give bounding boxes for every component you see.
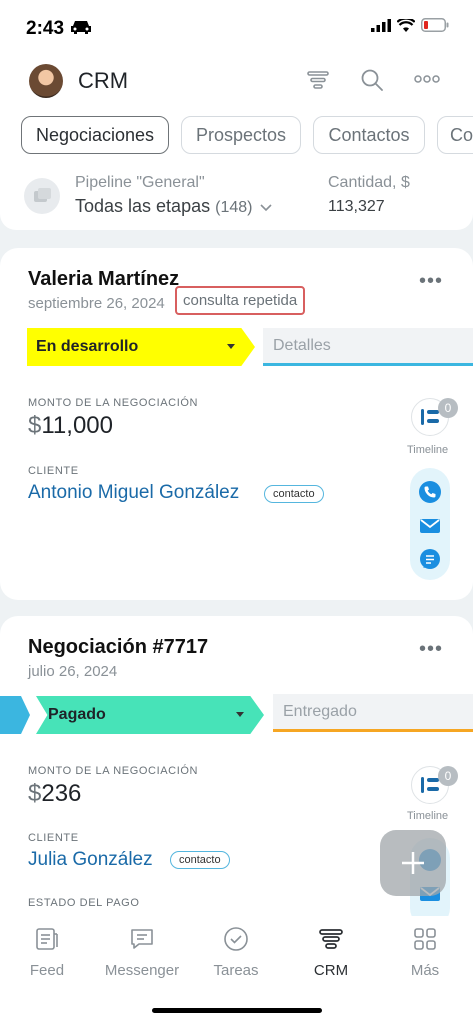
next-stage-label: Entregado — [283, 702, 357, 720]
search-icon[interactable] — [360, 68, 384, 92]
nav-item-tareas[interactable]: Tareas — [189, 926, 283, 980]
client-link[interactable]: Antonio Miguel González — [28, 482, 239, 504]
chat-icon[interactable] — [418, 548, 442, 572]
client-label: CLIENTE — [28, 832, 79, 844]
next-stage-label: Detalles — [273, 336, 331, 354]
nav-label: Messenger — [104, 962, 180, 979]
feed-icon — [36, 928, 58, 950]
tasks-icon — [224, 927, 248, 951]
previous-stage[interactable] — [0, 696, 30, 734]
amount-value: 236 — [41, 780, 82, 807]
next-stage[interactable]: Entregado — [273, 694, 473, 732]
tab-negociaciones[interactable]: Negociaciones — [21, 116, 169, 154]
pipeline-label: Pipeline "General" — [75, 174, 205, 191]
car-icon — [71, 21, 91, 34]
messenger-icon — [131, 929, 153, 949]
stages-label: Todas las etapas — [75, 196, 211, 216]
more-grid-icon — [414, 928, 436, 950]
nav-item-messenger[interactable]: Messenger — [95, 926, 189, 980]
deal-amount: $11,000 — [28, 412, 113, 440]
currency-symbol: $ — [28, 412, 42, 439]
phone-icon[interactable] — [418, 480, 442, 504]
stage-label: En desarrollo — [36, 338, 139, 355]
nav-label: CRM — [313, 962, 349, 979]
caret-down-icon — [227, 344, 235, 349]
wifi-icon — [397, 18, 415, 32]
stages-count: (148) — [215, 199, 253, 216]
add-button[interactable] — [380, 830, 446, 896]
payment-status-label: ESTADO DEL PAGO — [28, 897, 140, 909]
crm-icon — [319, 929, 343, 949]
nav-label: Tareas — [213, 962, 259, 979]
status-bar: 2:43 — [0, 0, 473, 52]
amount-label: MONTO DE LA NEGOCIACIÓN — [28, 765, 199, 777]
more-icon[interactable] — [414, 74, 440, 84]
deal-title: Negociación #7717 — [28, 636, 209, 658]
currency-symbol: $ — [28, 780, 42, 807]
client-label: CLIENTE — [28, 465, 79, 477]
deal-menu-button[interactable]: ••• — [419, 270, 443, 293]
app-header: CRM — [0, 52, 473, 108]
pipeline-icon — [24, 178, 60, 214]
timeline-label: Timeline — [407, 444, 449, 456]
pipeline-stages[interactable]: Todas las etapas (148) — [75, 196, 273, 217]
client-link[interactable]: Julia González — [28, 849, 153, 871]
quantity-value: 113,327 — [328, 198, 385, 215]
communication-actions — [410, 468, 450, 580]
email-icon[interactable] — [418, 514, 442, 538]
timeline-count: 0 — [438, 398, 458, 418]
nav-label: Más — [410, 962, 440, 979]
amount-label: MONTO DE LA NEGOCIACIÓN — [28, 397, 199, 409]
repeat-badge: consulta repetida — [175, 286, 306, 315]
bottom-nav: Feed Messenger Tareas CRM Más — [0, 916, 473, 1024]
client-type-badge: contacto — [170, 851, 230, 869]
signal-icon — [371, 18, 391, 32]
battery-icon — [421, 18, 449, 32]
avatar[interactable] — [29, 64, 63, 98]
nav-item-crm[interactable]: CRM — [284, 926, 378, 980]
tab-prospectos[interactable]: Prospectos — [181, 116, 301, 154]
next-stage[interactable]: Detalles — [263, 328, 473, 366]
timeline-count: 0 — [438, 766, 458, 786]
stage-label: Pagado — [48, 706, 106, 723]
page-title: CRM — [78, 68, 129, 93]
entity-tabs: Negociaciones Prospectos Contactos Co — [0, 108, 473, 166]
status-time: 2:43 — [26, 18, 65, 39]
tab-contactos[interactable]: Contactos — [313, 116, 425, 154]
chevron-down-icon — [260, 204, 273, 212]
tab-companies[interactable]: Co — [437, 116, 473, 154]
deal-menu-button[interactable]: ••• — [419, 638, 443, 661]
quantity-label: Cantidad, $ — [328, 174, 410, 191]
deal-amount: $236 — [28, 780, 81, 808]
amount-value: 11,000 — [41, 412, 113, 439]
deal-date: septiembre 26, 2024 — [28, 295, 165, 312]
pipeline-selector[interactable]: Pipeline "General" Todas las etapas (148… — [0, 166, 473, 230]
deal-title: Valeria Martínez — [28, 268, 180, 290]
home-indicator — [152, 1008, 322, 1013]
caret-down-icon — [236, 712, 244, 717]
nav-item-mas[interactable]: Más — [378, 926, 472, 980]
nav-label: Feed — [29, 962, 65, 979]
client-type-badge: contacto — [264, 485, 324, 503]
filter-icon[interactable] — [306, 68, 330, 92]
nav-item-feed[interactable]: Feed — [0, 926, 94, 980]
plus-icon — [402, 852, 424, 874]
timeline-label: Timeline — [407, 810, 449, 822]
stage-selector[interactable]: Pagado — [36, 696, 264, 734]
deal-date: julio 26, 2024 — [28, 663, 118, 680]
deal-card[interactable]: Valeria Martínez septiembre 26, 2024 con… — [0, 248, 473, 600]
stage-selector[interactable]: En desarrollo — [27, 328, 255, 366]
